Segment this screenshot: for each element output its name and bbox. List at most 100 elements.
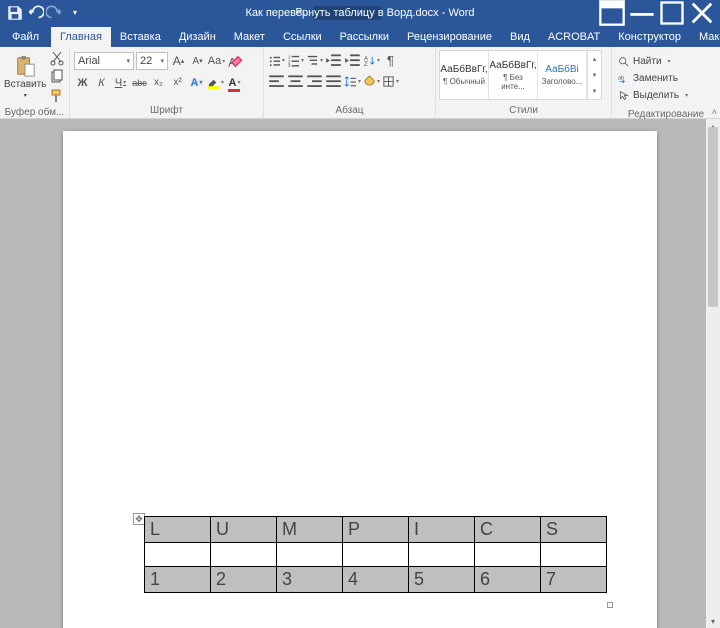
table-cell[interactable]: 2: [211, 567, 277, 593]
close-icon[interactable]: [688, 0, 716, 25]
table-cell[interactable]: 1: [145, 567, 211, 593]
table-cell[interactable]: 7: [541, 567, 607, 593]
table-cell[interactable]: M: [277, 517, 343, 543]
tab-table-layout[interactable]: Макет: [690, 27, 720, 47]
table-cell[interactable]: 3: [277, 567, 343, 593]
style-heading1[interactable]: АаБбВіЗаголово...: [538, 51, 587, 99]
paste-button[interactable]: Вставить ▾: [4, 50, 46, 104]
undo-icon[interactable]: [26, 4, 44, 22]
minimize-icon[interactable]: [628, 0, 656, 25]
strike-icon[interactable]: abc: [131, 74, 148, 91]
bold-icon[interactable]: Ж: [74, 74, 91, 91]
tab-mailings[interactable]: Рассылки: [331, 27, 398, 47]
table-cell[interactable]: U: [211, 517, 277, 543]
align-right-icon[interactable]: [306, 73, 323, 90]
align-left-icon[interactable]: [268, 73, 285, 90]
redo-icon[interactable]: [46, 4, 64, 22]
styles-more-icon[interactable]: ▾: [588, 83, 601, 99]
style-nospacing[interactable]: АаБбВвГг,¶ Без инте...: [489, 51, 538, 99]
table-cell[interactable]: 5: [409, 567, 475, 593]
table-cell[interactable]: 6: [475, 567, 541, 593]
multilevel-icon[interactable]: [306, 52, 323, 69]
highlight-icon[interactable]: [207, 74, 224, 91]
tab-table-design[interactable]: Конструктор: [609, 27, 690, 47]
numbering-icon[interactable]: 123: [287, 52, 304, 69]
align-center-icon[interactable]: [287, 73, 304, 90]
tab-home[interactable]: Главная: [51, 27, 111, 47]
font-size-combo[interactable]: 22▾: [136, 52, 168, 70]
tab-insert[interactable]: Вставка: [111, 27, 170, 47]
document-table[interactable]: L U M P I C S 1 2 3 4: [144, 516, 607, 593]
tab-design[interactable]: Дизайн: [170, 27, 225, 47]
line-spacing-icon[interactable]: [344, 73, 361, 90]
document-area[interactable]: L U M P I C S 1 2 3 4: [0, 119, 720, 628]
table-row[interactable]: 1 2 3 4 5 6 7: [145, 567, 607, 593]
table-resize-handle[interactable]: [607, 602, 613, 608]
scroll-down-icon[interactable]: ▾: [706, 614, 720, 628]
cut-icon[interactable]: [49, 50, 65, 66]
styles-up-icon[interactable]: ▴: [588, 51, 601, 67]
sort-icon[interactable]: AZ: [363, 52, 380, 69]
table-cell[interactable]: C: [475, 517, 541, 543]
tab-layout[interactable]: Макет: [225, 27, 274, 47]
styles-gallery[interactable]: АаБбВвГг,¶ Обычный АаБбВвГг,¶ Без инте..…: [439, 50, 602, 100]
table-cell[interactable]: [277, 543, 343, 567]
tab-view[interactable]: Вид: [501, 27, 539, 47]
shrink-font-icon[interactable]: A▾: [189, 53, 206, 70]
increase-indent-icon[interactable]: [344, 52, 361, 69]
table-row[interactable]: [145, 543, 607, 567]
change-case-icon[interactable]: Aa: [208, 53, 225, 70]
find-button[interactable]: Найти▾: [618, 53, 688, 69]
save-icon[interactable]: [6, 4, 24, 22]
tab-references[interactable]: Ссылки: [274, 27, 331, 47]
maximize-icon[interactable]: [658, 0, 686, 25]
table-cell[interactable]: [343, 543, 409, 567]
replace-button[interactable]: abЗаменить: [618, 70, 688, 86]
tab-file[interactable]: Файл: [0, 27, 51, 47]
svg-text:Z: Z: [364, 61, 368, 67]
font-color-icon[interactable]: A: [226, 74, 243, 91]
clear-format-icon[interactable]: A: [227, 53, 244, 70]
copy-icon[interactable]: [49, 69, 65, 85]
font-name-combo[interactable]: Arial▾: [74, 52, 134, 70]
table-cell[interactable]: S: [541, 517, 607, 543]
group-clipboard: Вставить ▾ Буфер обм...: [0, 47, 70, 118]
grow-font-icon[interactable]: A▴: [170, 53, 187, 70]
scroll-thumb[interactable]: [708, 127, 718, 307]
show-marks-icon[interactable]: ¶: [382, 52, 399, 69]
justify-icon[interactable]: [325, 73, 342, 90]
table-cell[interactable]: I: [409, 517, 475, 543]
table-cell[interactable]: [541, 543, 607, 567]
shading-icon[interactable]: [363, 73, 380, 90]
decrease-indent-icon[interactable]: [325, 52, 342, 69]
format-painter-icon[interactable]: [49, 88, 65, 104]
table-cell[interactable]: L: [145, 517, 211, 543]
qat-customize-icon[interactable]: ▾: [66, 4, 84, 22]
text-effects-icon[interactable]: A: [188, 74, 205, 91]
collapse-ribbon-icon[interactable]: ˄: [712, 107, 717, 117]
account-name-redacted: [313, 6, 381, 20]
underline-icon[interactable]: Ч: [112, 74, 129, 91]
vertical-scrollbar[interactable]: ▴ ▾: [706, 119, 720, 628]
table-cell[interactable]: P: [343, 517, 409, 543]
borders-icon[interactable]: [382, 73, 399, 90]
table-cell[interactable]: [475, 543, 541, 567]
select-button[interactable]: Выделить▾: [618, 87, 688, 103]
table-cell[interactable]: [409, 543, 475, 567]
table-cell[interactable]: [145, 543, 211, 567]
svg-text:3: 3: [288, 63, 291, 67]
subscript-icon[interactable]: x₂: [150, 74, 167, 91]
account-initial[interactable]: Р...: [295, 7, 308, 18]
tab-review[interactable]: Рецензирование: [398, 27, 501, 47]
superscript-icon[interactable]: x²: [169, 74, 186, 91]
style-normal[interactable]: АаБбВвГг,¶ Обычный: [440, 51, 489, 99]
table-cell[interactable]: 4: [343, 567, 409, 593]
italic-icon[interactable]: К: [93, 74, 110, 91]
ribbon-display-options-icon[interactable]: [598, 0, 626, 25]
table-row[interactable]: L U M P I C S: [145, 517, 607, 543]
bullets-icon[interactable]: [268, 52, 285, 69]
table-cell[interactable]: [211, 543, 277, 567]
page[interactable]: L U M P I C S 1 2 3 4: [63, 131, 657, 628]
tab-acrobat[interactable]: ACROBAT: [539, 27, 609, 47]
styles-down-icon[interactable]: ▾: [588, 67, 601, 83]
